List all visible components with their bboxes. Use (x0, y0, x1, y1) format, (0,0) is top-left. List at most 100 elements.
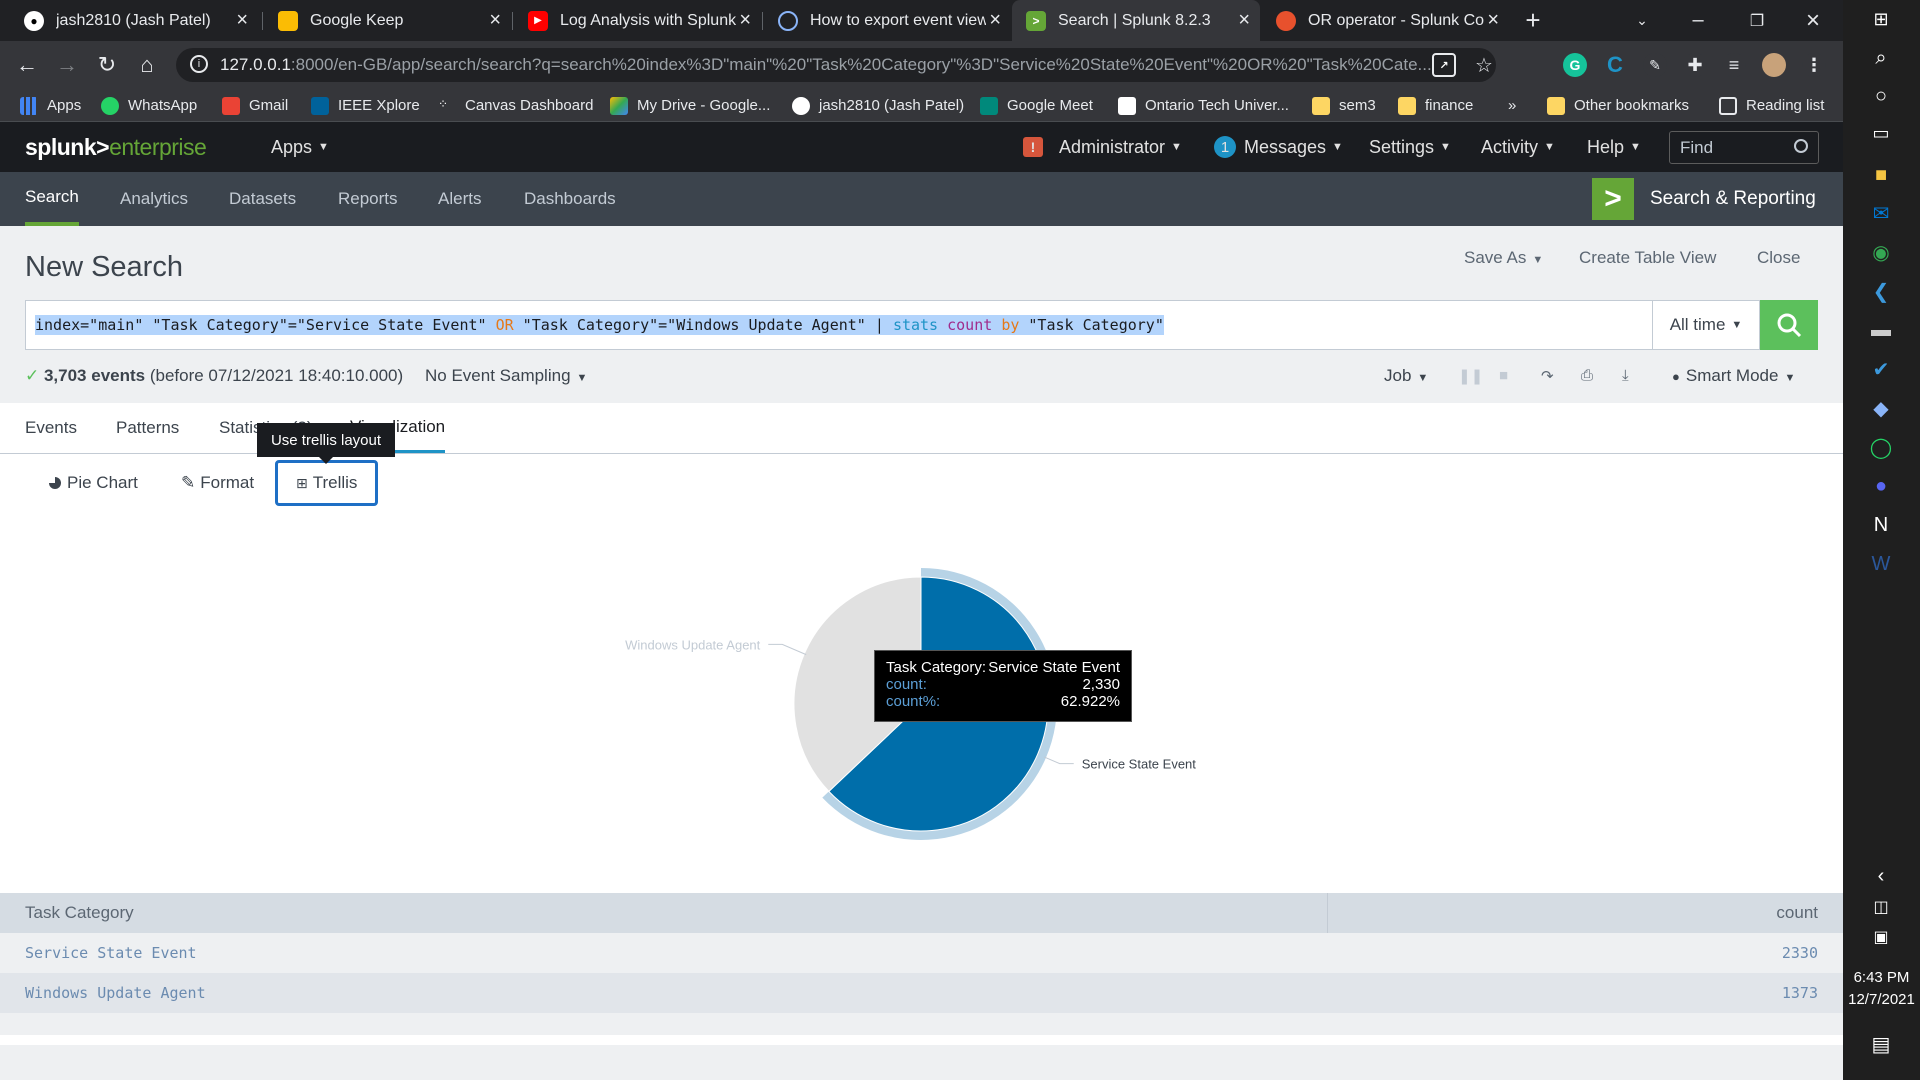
bookmarks-overflow[interactable]: » (1508, 89, 1516, 122)
terminal-icon[interactable]: ▬ (1869, 318, 1893, 342)
tab-or-operator[interactable]: OR operator - Splunk Cor × (1262, 0, 1509, 41)
bookmark-ieee[interactable]: IEEE Xplore (311, 89, 420, 122)
minimize-icon[interactable]: – (1670, 0, 1726, 41)
bookmark-apps[interactable]: Apps (20, 89, 81, 122)
extensions-puzzle-icon[interactable]: ✚ (1683, 53, 1707, 77)
table-header: Task Category count (0, 893, 1843, 933)
nav-alerts[interactable]: Alerts (438, 172, 481, 226)
close-tab-icon[interactable]: × (236, 9, 248, 32)
bookmark-other[interactable]: Other bookmarks (1547, 89, 1689, 122)
home-icon[interactable]: ⌂ (132, 50, 162, 80)
app-icon[interactable]: ◆ (1869, 396, 1893, 420)
nav-analytics[interactable]: Analytics (120, 172, 188, 226)
bookmark-sem3[interactable]: sem3 (1312, 89, 1376, 122)
tab-github[interactable]: ● jash2810 (Jash Patel) × (10, 0, 258, 41)
settings-label: Settings (1369, 136, 1435, 157)
tab-youtube[interactable]: ▶ Log Analysis with Splunk × (514, 0, 761, 41)
nav-datasets[interactable]: Datasets (229, 172, 296, 226)
column-header-task-category[interactable]: Task Category (25, 903, 134, 923)
network-battery-icon[interactable]: ▣ (1869, 925, 1893, 949)
site-info-icon[interactable]: i (190, 55, 208, 73)
close-tab-icon[interactable]: × (989, 9, 1001, 32)
restore-icon[interactable]: ❐ (1729, 0, 1785, 41)
grammarly-icon[interactable]: G (1563, 53, 1587, 77)
reading-list[interactable]: Reading list (1719, 89, 1824, 122)
word-icon[interactable]: W (1869, 552, 1893, 576)
nav-reports[interactable]: Reports (338, 172, 398, 226)
activity-menu[interactable]: Activity ▼ (1481, 122, 1555, 172)
menu-kebab-icon[interactable]: ⋮ (1802, 53, 1826, 77)
new-tab-icon[interactable]: + (1505, 0, 1561, 41)
bookmark-canvas[interactable]: ⁘ Canvas Dashboard (438, 89, 593, 122)
table-row[interactable]: Service State Event 2330 (0, 933, 1843, 973)
messages-menu[interactable]: 1 Messages ▼ (1214, 122, 1343, 172)
search-icon[interactable]: ⌕ (1869, 46, 1893, 70)
close-window-icon[interactable]: × (1785, 0, 1841, 41)
vscode-icon[interactable]: ❮ (1869, 279, 1893, 303)
find-input[interactable]: Find (1669, 131, 1819, 164)
help-menu[interactable]: Help ▼ (1587, 122, 1641, 172)
reload-icon[interactable]: ↻ (92, 50, 122, 80)
profile-avatar[interactable] (1762, 53, 1786, 77)
eyedropper-icon[interactable]: ✎ (1643, 53, 1667, 77)
bookmark-drive[interactable]: My Drive - Google... (610, 89, 770, 122)
close-tab-icon[interactable]: × (739, 9, 751, 32)
address-bar[interactable]: i 127.0.0.1:8000/en-GB/app/search/search… (176, 48, 1496, 82)
bookmark-whatsapp[interactable]: WhatsApp (101, 89, 197, 122)
apps-menu[interactable]: Apps ▼ (271, 122, 329, 172)
column-divider (1327, 893, 1328, 933)
gmail-icon (222, 96, 240, 115)
cell-task-category[interactable]: Windows Update Agent (25, 984, 206, 1002)
bookmark-gmail[interactable]: Gmail (222, 89, 288, 122)
share-icon[interactable]: ↗ (1432, 53, 1456, 77)
close-tab-icon[interactable]: × (1238, 9, 1250, 32)
nav-search[interactable]: Search (25, 172, 79, 226)
chrome-icon[interactable]: ◉ (1869, 240, 1893, 264)
github-icon (792, 96, 810, 115)
apps-label: Apps (271, 136, 313, 157)
cortana-icon[interactable]: ○ (1869, 84, 1893, 108)
discord-icon[interactable]: ● (1869, 474, 1893, 498)
bookmark-meet[interactable]: Google Meet (980, 89, 1093, 122)
bookmark-ontario-tech[interactable]: Ontario Tech Univer... (1118, 89, 1289, 122)
file-explorer-icon[interactable]: ■ (1869, 163, 1893, 187)
column-header-count[interactable]: count (1776, 903, 1818, 923)
cell-task-category[interactable]: Service State Event (25, 944, 197, 962)
close-tab-icon[interactable]: × (1487, 9, 1499, 32)
bookmark-label: Apps (47, 97, 82, 114)
bookmark-github[interactable]: jash2810 (Jash Patel) (792, 89, 964, 122)
system-clock[interactable]: 6:43 PM 12/7/2021 (1843, 967, 1920, 1011)
notion-icon[interactable]: N (1869, 513, 1893, 537)
pie-chart[interactable]: Service State Event Windows Update Agent (0, 226, 1843, 876)
tab-search-icon[interactable]: ⌄ (1614, 0, 1670, 41)
chevron-left-icon[interactable]: ‹ (1869, 864, 1893, 888)
settings-menu[interactable]: Settings ▼ (1369, 122, 1451, 172)
splunk-logo[interactable]: splunk>enterprise (25, 134, 207, 161)
task-view-icon[interactable]: ▭ (1869, 121, 1893, 145)
cell-count[interactable]: 1373 (1782, 984, 1818, 1002)
table-row[interactable]: Windows Update Agent 1373 (0, 973, 1843, 1013)
forward-icon[interactable]: → (52, 50, 82, 80)
bookmark-finance[interactable]: finance (1398, 89, 1473, 122)
tab-export-event[interactable]: How to export event view × (764, 0, 1011, 41)
tab-splunk-search[interactable]: > Search | Splunk 8.2.3 × (1012, 0, 1260, 41)
nav-dashboards[interactable]: Dashboards (524, 172, 616, 226)
close-tab-icon[interactable]: × (489, 9, 501, 32)
extension-c-icon[interactable]: C (1603, 52, 1627, 77)
media-queue-icon[interactable]: ≡ (1722, 53, 1746, 77)
logo-sub: enterprise (109, 134, 207, 160)
cell-count[interactable]: 2330 (1782, 944, 1818, 962)
meet-now-icon[interactable]: ◫ (1869, 895, 1893, 919)
bookmark-star-icon[interactable]: ☆ (1472, 53, 1496, 77)
todo-icon[interactable]: ✔ (1869, 357, 1893, 381)
tab-google-keep[interactable]: Google Keep × (264, 0, 511, 41)
bookmark-label: Google Meet (1007, 97, 1093, 114)
bookmark-label: WhatsApp (128, 97, 198, 114)
windows-start-icon[interactable]: ⊞ (1869, 7, 1893, 31)
mail-icon[interactable]: ✉ (1869, 201, 1893, 225)
admin-menu[interactable]: ! Administrator ▼ (1023, 122, 1182, 172)
back-icon[interactable]: ← (12, 50, 42, 80)
folder-icon (1398, 96, 1416, 115)
whatsapp-icon[interactable]: ◯ (1869, 435, 1893, 459)
notifications-icon[interactable]: ▤ (1869, 1032, 1893, 1056)
